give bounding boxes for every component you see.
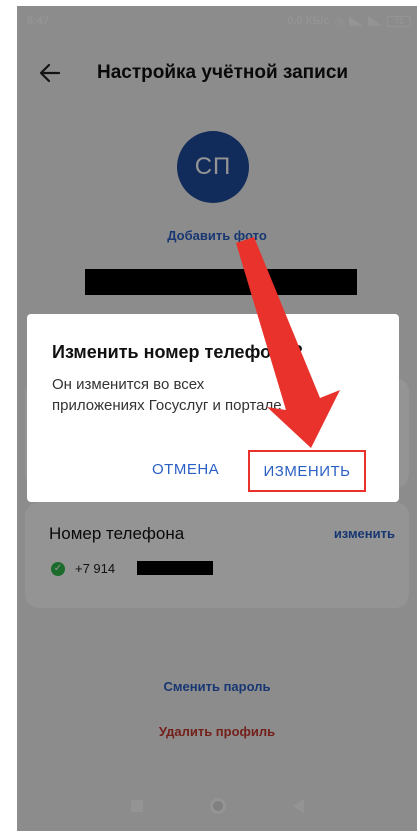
cancel-button[interactable]: ОТМЕНА <box>152 461 219 478</box>
confirm-change-button[interactable]: ИЗМЕНИТЬ <box>248 450 366 492</box>
change-phone-dialog: Изменить номер телефона? Он изменится во… <box>27 314 399 502</box>
dialog-message: Он изменится во всех приложениях Госуслу… <box>52 376 282 414</box>
dialog-title: Изменить номер телефона? <box>52 342 303 362</box>
confirm-button-label: ИЗМЕНИТЬ <box>263 462 351 480</box>
